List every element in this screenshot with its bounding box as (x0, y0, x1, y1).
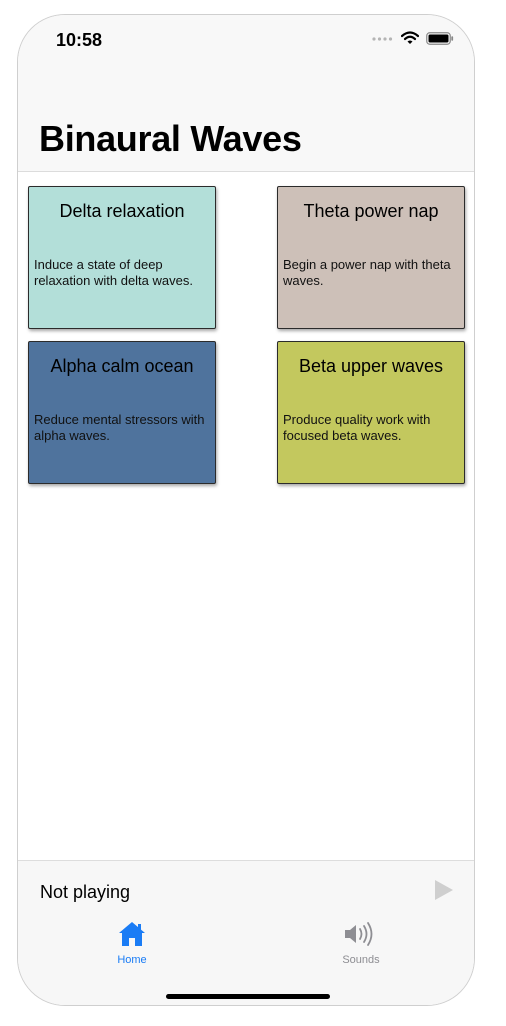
status-time: 10:58 (56, 30, 103, 50)
card-description: Induce a state of deep relaxation with d… (34, 257, 193, 288)
home-icon (119, 922, 145, 946)
card-delta-relaxation[interactable]: Delta relaxation Induce a state of deep … (28, 186, 216, 329)
card-title: Beta upper waves (298, 356, 444, 376)
tab-label-home: Home (117, 954, 147, 966)
tab-home[interactable]: Home (92, 921, 172, 966)
card-alpha-calm-ocean[interactable]: Alpha calm ocean Reduce mental stressors… (28, 341, 216, 484)
card-description: Begin a power nap with theta waves. (283, 257, 451, 288)
card-description: Reduce mental stressors with alpha waves… (34, 412, 205, 443)
card-beta-upper-waves[interactable]: Beta upper waves Produce quality work wi… (277, 341, 465, 484)
play-button[interactable] (434, 879, 454, 906)
card-title: Theta power nap (303, 201, 439, 221)
card-description: Produce quality work with focused beta w… (283, 412, 431, 443)
card-theta-power-nap[interactable]: Theta power nap Begin a power nap with t… (277, 186, 465, 329)
tab-label-sounds: Sounds (342, 954, 380, 966)
play-icon (435, 880, 453, 900)
now-playing-status: Not playing (40, 882, 131, 902)
home-indicator (166, 994, 330, 999)
speaker-icon (345, 922, 373, 946)
card-title: Delta relaxation (59, 201, 185, 221)
app-header: 10:58 Binaural Waves (18, 15, 474, 172)
signal-icon (372, 37, 393, 41)
page-title: Binaural Waves (39, 118, 302, 159)
tab-sounds[interactable]: Sounds (321, 921, 401, 966)
player-bar: Not playing Home Sounds (18, 860, 474, 1005)
status-icons (372, 31, 454, 45)
wifi-icon (401, 31, 419, 44)
card-title: Alpha calm ocean (50, 356, 194, 376)
phone-frame: 10:58 Binaural Waves Delta relaxation In… (17, 14, 475, 1006)
battery-icon (426, 31, 454, 45)
